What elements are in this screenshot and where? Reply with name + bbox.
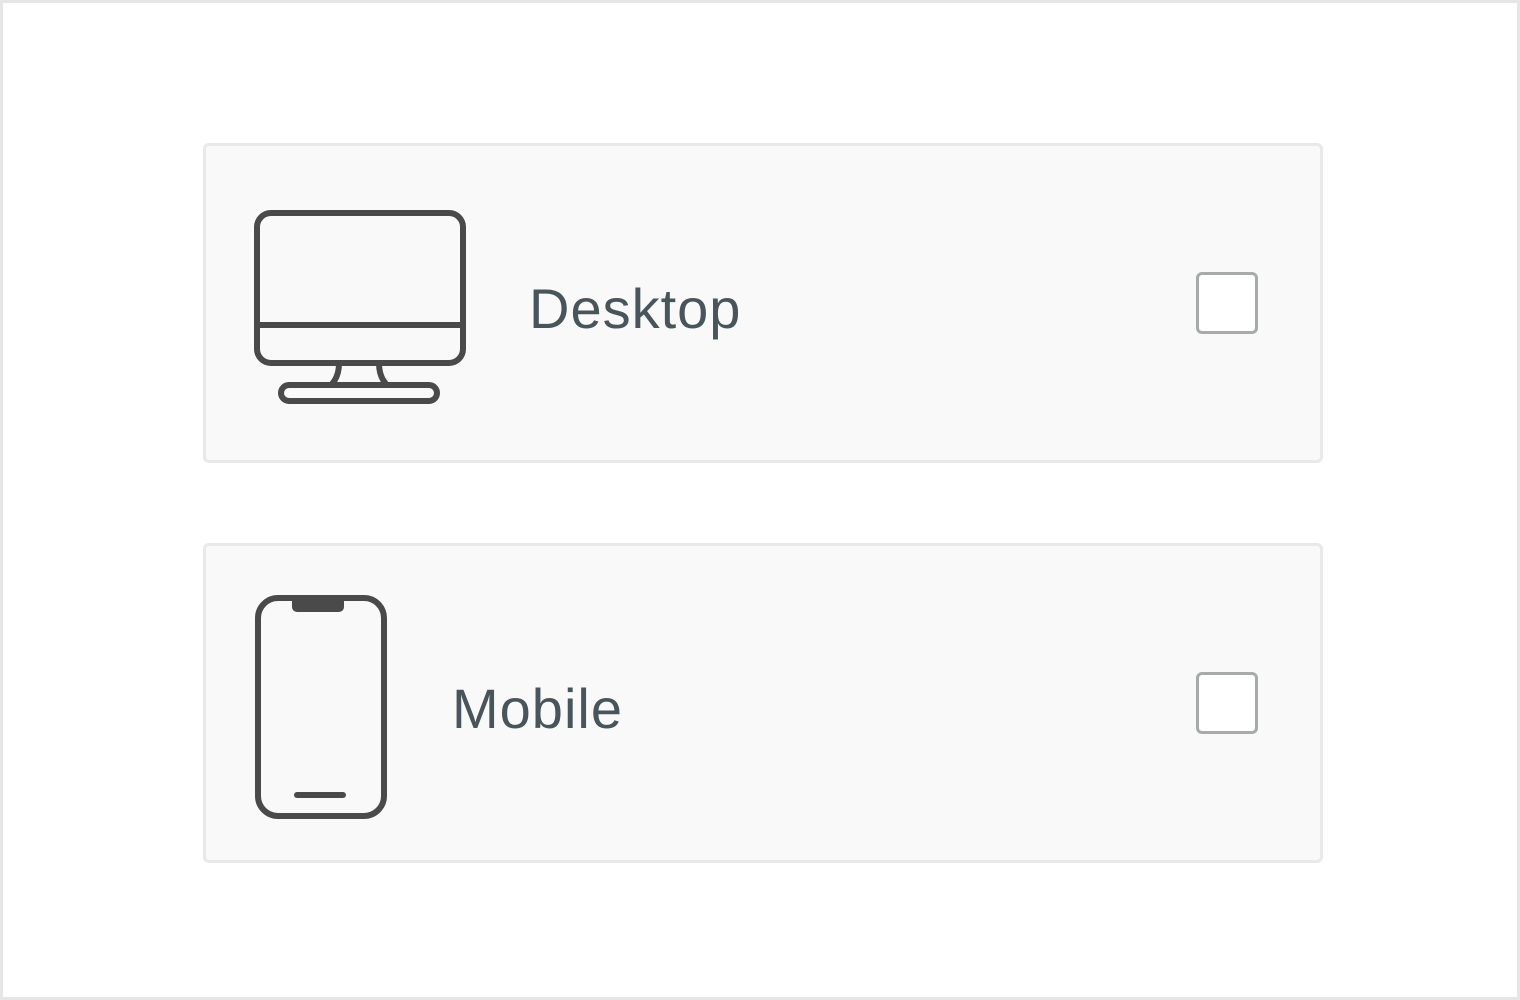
mobile-checkbox[interactable] xyxy=(1196,672,1258,734)
desktop-checkbox[interactable] xyxy=(1196,272,1258,334)
mobile-phone-icon xyxy=(253,593,389,821)
desktop-option-label: Desktop xyxy=(529,277,742,340)
device-selection-panel: Desktop Mobile xyxy=(0,0,1520,1000)
mobile-option-card[interactable]: Mobile xyxy=(203,543,1323,863)
mobile-option-label: Mobile xyxy=(452,677,623,740)
desktop-option-card[interactable]: Desktop xyxy=(203,143,1323,463)
desktop-monitor-icon xyxy=(251,207,471,407)
